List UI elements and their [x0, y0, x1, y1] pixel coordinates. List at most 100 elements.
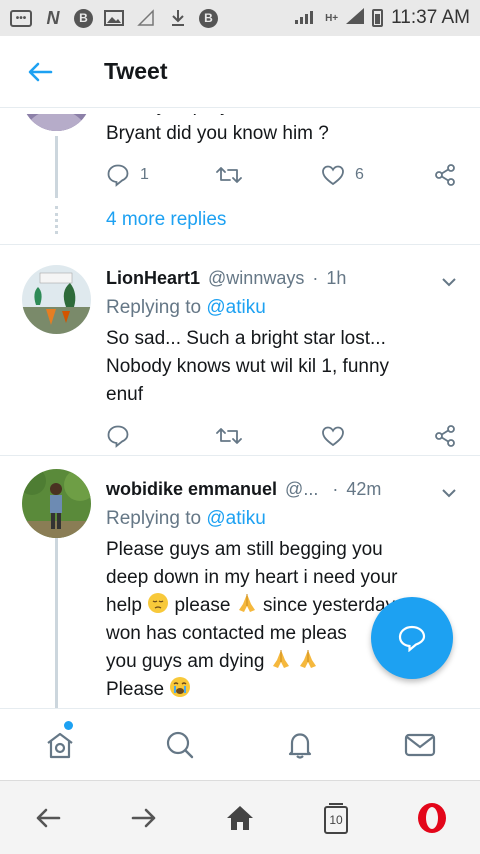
b-icon-2: B	[199, 8, 218, 28]
text-dying: you guys am dying	[106, 651, 265, 672]
replying-to-final: Replying to @atiku	[106, 508, 266, 530]
share-button[interactable]	[433, 424, 457, 448]
replying-prefix: Replying to	[106, 508, 202, 529]
home-icon	[227, 805, 253, 830]
retweet-icon	[216, 428, 242, 444]
chevron-down-icon[interactable]	[440, 273, 458, 291]
tweet-time: 42m	[346, 479, 382, 499]
retweet-button[interactable]	[216, 425, 321, 447]
reply-fab-button[interactable]	[371, 597, 453, 679]
tab-search[interactable]	[150, 715, 210, 775]
replying-to: Replying to @atiku	[106, 297, 266, 319]
folded-hands-icon	[299, 650, 316, 668]
image-icon	[103, 9, 125, 27]
author-handle[interactable]: @...	[285, 479, 318, 500]
signal-off-icon	[135, 9, 157, 27]
text-line: enuf	[106, 384, 143, 405]
author-handle[interactable]: @winnways	[208, 268, 304, 289]
top-header: Tweet	[0, 36, 480, 108]
reply-count: 1	[140, 166, 149, 183]
folded-hands-icon	[238, 594, 255, 612]
author-name[interactable]: wobidike emmanuel	[106, 479, 277, 500]
like-button[interactable]	[321, 425, 433, 447]
clock: 11:37 AM	[391, 7, 470, 28]
reply-button[interactable]: 1	[106, 163, 216, 187]
tab-notifications[interactable]	[270, 715, 330, 775]
avatar[interactable]	[22, 265, 91, 334]
tweet-header: LionHeart1 @winnways · 1h	[106, 268, 346, 289]
n-icon: N	[46, 7, 60, 28]
author-name[interactable]: LionHeart1	[106, 268, 200, 289]
share-icon	[435, 164, 455, 186]
tweet-actions: 1 6	[106, 160, 461, 190]
text-help: help	[106, 595, 142, 616]
replying-prefix: Replying to	[106, 297, 202, 318]
browser-forward-button[interactable]	[114, 788, 174, 848]
tweet-time: 1h	[326, 268, 347, 288]
separator-dot: ·	[332, 479, 339, 499]
mention-link[interactable]: @atiku	[206, 508, 265, 529]
status-bar: ••• N B B H+ 11:37 AM	[0, 0, 480, 36]
chevron-down-icon[interactable]	[440, 484, 458, 502]
retweet-button[interactable]	[216, 164, 321, 186]
chat-icon: •••	[10, 9, 32, 27]
notifications-icon	[288, 732, 312, 759]
text-line: Nobody knows wut wil kil 1, funny	[106, 356, 390, 377]
browser-back-button[interactable]	[18, 788, 78, 848]
reply-icon	[107, 425, 129, 448]
battery-icon	[372, 9, 384, 27]
tab-count: 10	[329, 812, 343, 827]
crying-face-icon	[170, 677, 191, 697]
heart-icon	[322, 165, 344, 186]
text-line: Please guys am still begging you	[106, 539, 383, 560]
more-replies-link[interactable]: 4 more replies	[106, 209, 226, 231]
folded-hands-icon	[272, 650, 289, 668]
arrow-left-icon	[36, 808, 61, 827]
text-line: So sad... Such a bright star lost...	[106, 328, 386, 349]
arrow-right-icon	[131, 808, 156, 827]
separator-dot: ·	[312, 268, 319, 288]
heart-icon	[322, 426, 344, 447]
new-content-dot	[64, 720, 73, 730]
text-line: deep down in my heart i need your	[106, 567, 398, 588]
like-button[interactable]: 6	[321, 164, 433, 186]
like-count: 6	[355, 166, 364, 183]
tweet-actions	[106, 421, 461, 451]
thread-line	[55, 136, 58, 198]
share-button[interactable]	[433, 163, 457, 187]
tweet-header: wobidike emmanuel @... · 42m	[106, 479, 381, 500]
search-icon	[166, 731, 194, 758]
page-title: Tweet	[104, 58, 168, 84]
tab-home[interactable]	[30, 715, 90, 775]
tweet-1[interactable]: LionHeart1 @winnways · 1h Replying to @a…	[0, 245, 480, 455]
reply-icon	[107, 164, 129, 187]
cell-signal-icon	[346, 7, 365, 29]
tweet-text: Bryant did you know him ?	[106, 123, 329, 144]
opera-logo-icon	[418, 802, 446, 833]
text-please-end: Please	[106, 679, 165, 700]
share-icon	[435, 425, 455, 447]
retweet-icon	[216, 167, 242, 183]
avatar[interactable]	[22, 469, 91, 538]
download-icon	[167, 9, 189, 27]
home-icon	[47, 732, 73, 758]
b-icon: B	[74, 8, 93, 28]
browser-bar: 10	[0, 780, 480, 854]
back-button[interactable]	[0, 36, 80, 108]
tab-bar	[0, 708, 480, 780]
tab-messages[interactable]	[390, 715, 450, 775]
tweet-0[interactable]: when you prayed for the soul of Kobe Bry…	[0, 108, 480, 244]
thread-line	[55, 538, 58, 708]
thread-dots	[55, 206, 58, 234]
reply-button[interactable]	[106, 424, 216, 448]
opera-menu-button[interactable]	[402, 788, 462, 848]
browser-tabs-button[interactable]: 10	[306, 788, 366, 848]
tweet-text: So sad... Such a bright star lost... Nob…	[106, 325, 461, 409]
compose-reply-icon	[398, 625, 426, 652]
messages-icon	[404, 733, 436, 756]
browser-home-button[interactable]	[210, 788, 270, 848]
mention-link[interactable]: @atiku	[206, 297, 265, 318]
network-type: H+	[325, 12, 339, 24]
wifi-signal-icon	[295, 8, 317, 29]
text-line: Please	[106, 676, 461, 704]
